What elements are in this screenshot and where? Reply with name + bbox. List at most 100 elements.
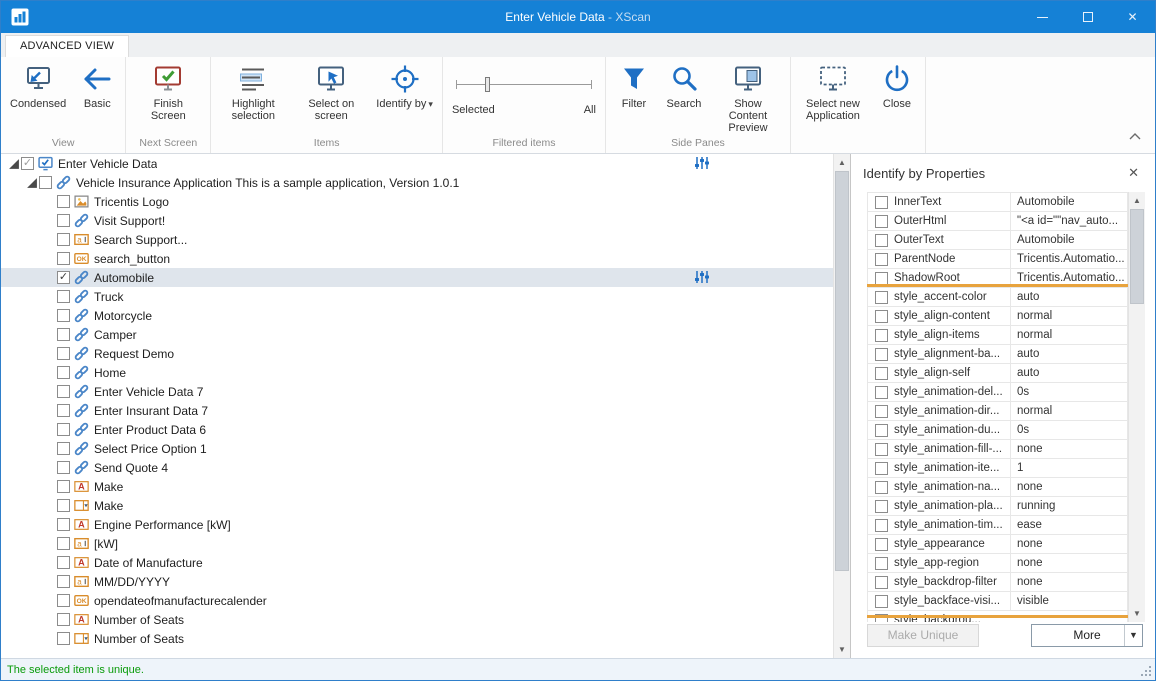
property-row[interactable]: style_animation-tim...ease: [868, 516, 1127, 535]
checkbox[interactable]: [875, 576, 888, 589]
tree-row[interactable]: OKopendateofmanufacturecalender: [1, 591, 833, 610]
search-button[interactable]: Search: [659, 58, 709, 137]
checkbox[interactable]: [875, 443, 888, 456]
checkbox[interactable]: [57, 328, 70, 341]
expander-expanded-icon[interactable]: [7, 157, 21, 171]
checkbox[interactable]: [57, 309, 70, 322]
checkbox[interactable]: ✓: [21, 157, 34, 170]
checkbox[interactable]: [875, 253, 888, 266]
tree-row[interactable]: Motorcycle: [1, 306, 833, 325]
property-row[interactable]: style_align-itemsnormal: [868, 326, 1127, 345]
show-content-preview-button[interactable]: Show Content Preview: [709, 58, 787, 137]
checkbox[interactable]: [57, 613, 70, 626]
tree-row[interactable]: Enter Product Data 6: [1, 420, 833, 439]
checkbox[interactable]: [57, 575, 70, 588]
panel-close-button[interactable]: ✕: [1124, 163, 1143, 183]
minimize-button[interactable]: [1020, 1, 1065, 33]
property-row[interactable]: style_alignment-ba...auto: [868, 345, 1127, 364]
tree-row[interactable]: Make: [1, 496, 833, 515]
checkbox[interactable]: [57, 404, 70, 417]
property-row[interactable]: style_animation-del...0s: [868, 383, 1127, 402]
checkbox[interactable]: [57, 556, 70, 569]
more-button[interactable]: More ▼: [1031, 624, 1143, 647]
property-row[interactable]: style_appearancenone: [868, 535, 1127, 554]
scrollbar-thumb[interactable]: [835, 171, 849, 571]
tree-row[interactable]: a[kW]: [1, 534, 833, 553]
filter-sliders-icon[interactable]: [693, 270, 711, 284]
highlight-selection-button[interactable]: Highlight selection: [214, 58, 292, 137]
property-row[interactable]: style_animation-du...0s: [868, 421, 1127, 440]
select-new-application-button[interactable]: Select new Application: [794, 58, 872, 137]
checkbox[interactable]: [875, 329, 888, 342]
checkbox[interactable]: [57, 290, 70, 303]
checkbox[interactable]: [875, 291, 888, 304]
property-row[interactable]: style_backdrop-filternone: [868, 573, 1127, 592]
expander-expanded-icon[interactable]: [25, 176, 39, 190]
tree-row[interactable]: aSearch Support...: [1, 230, 833, 249]
scroll-down-icon[interactable]: ▼: [834, 641, 850, 658]
tree-row[interactable]: Tricentis Logo: [1, 192, 833, 211]
filter-button[interactable]: Filter: [609, 58, 659, 137]
properties-scrollbar[interactable]: ▲ ▼: [1128, 192, 1145, 622]
checkbox[interactable]: [875, 424, 888, 437]
chevron-down-icon[interactable]: ▼: [1124, 625, 1142, 646]
checkbox[interactable]: [875, 481, 888, 494]
checkbox[interactable]: [57, 518, 70, 531]
make-unique-button[interactable]: Make Unique: [867, 624, 979, 647]
checkbox[interactable]: [57, 632, 70, 645]
checkbox[interactable]: [57, 233, 70, 246]
tree-row[interactable]: Visit Support!: [1, 211, 833, 230]
checkbox[interactable]: [875, 538, 888, 551]
checkbox[interactable]: [57, 480, 70, 493]
checkbox[interactable]: [57, 385, 70, 398]
checkbox[interactable]: [57, 195, 70, 208]
tree-row[interactable]: Select Price Option 1: [1, 439, 833, 458]
tree-row[interactable]: Camper: [1, 325, 833, 344]
property-row[interactable]: OuterTextAutomobile: [868, 231, 1127, 250]
tree-row[interactable]: aMM/DD/YYYY: [1, 572, 833, 591]
tree-row[interactable]: ✓Enter Vehicle Data: [1, 154, 833, 173]
identify-by-button[interactable]: Identify by▾: [370, 58, 439, 137]
checkbox[interactable]: [875, 215, 888, 228]
checkbox[interactable]: [875, 367, 888, 380]
checkbox[interactable]: [57, 594, 70, 607]
select-on-screen-button[interactable]: Select on screen: [292, 58, 370, 137]
property-row[interactable]: style_app-regionnone: [868, 554, 1127, 573]
basic-button[interactable]: Basic: [72, 58, 122, 137]
collapse-ribbon-button[interactable]: [1129, 127, 1141, 145]
resize-grip-icon[interactable]: [1140, 665, 1153, 678]
tree-scrollbar[interactable]: ▲ ▼: [833, 154, 850, 658]
condensed-button[interactable]: Condensed: [4, 58, 72, 137]
checkbox[interactable]: [57, 252, 70, 265]
checkbox[interactable]: [875, 272, 888, 285]
tree-row[interactable]: Enter Vehicle Data 7: [1, 382, 833, 401]
checkbox[interactable]: [57, 499, 70, 512]
checkbox[interactable]: [875, 500, 888, 513]
tree-row[interactable]: AEngine Performance [kW]: [1, 515, 833, 534]
scroll-up-icon[interactable]: ▲: [1129, 192, 1145, 209]
tab-advanced-view[interactable]: ADVANCED VIEW: [5, 35, 129, 57]
tree-row[interactable]: Vehicle Insurance Application This is a …: [1, 173, 833, 192]
checkbox[interactable]: [875, 386, 888, 399]
checkbox[interactable]: [875, 234, 888, 247]
checkbox[interactable]: [57, 214, 70, 227]
property-row[interactable]: style_animation-fill-...none: [868, 440, 1127, 459]
checkbox[interactable]: [57, 423, 70, 436]
tree-row[interactable]: ✓Automobile: [1, 268, 833, 287]
property-row[interactable]: style_animation-ite...1: [868, 459, 1127, 478]
tree-row[interactable]: AMake: [1, 477, 833, 496]
scrollbar-thumb[interactable]: [1130, 209, 1144, 304]
maximize-button[interactable]: [1065, 1, 1110, 33]
tree-row[interactable]: ANumber of Seats: [1, 610, 833, 629]
property-row[interactable]: style_animation-na...none: [868, 478, 1127, 497]
property-row[interactable]: style_backgrou...: [868, 611, 1127, 622]
slider-thumb[interactable]: [485, 77, 490, 92]
checkbox[interactable]: [875, 196, 888, 209]
checkbox[interactable]: [875, 519, 888, 532]
property-row[interactable]: style_animation-pla...running: [868, 497, 1127, 516]
checkbox[interactable]: [39, 176, 52, 189]
checkbox[interactable]: [875, 348, 888, 361]
slider-track[interactable]: [456, 84, 592, 85]
tree-row[interactable]: Truck: [1, 287, 833, 306]
property-row[interactable]: style_backface-visi...visible: [868, 592, 1127, 611]
